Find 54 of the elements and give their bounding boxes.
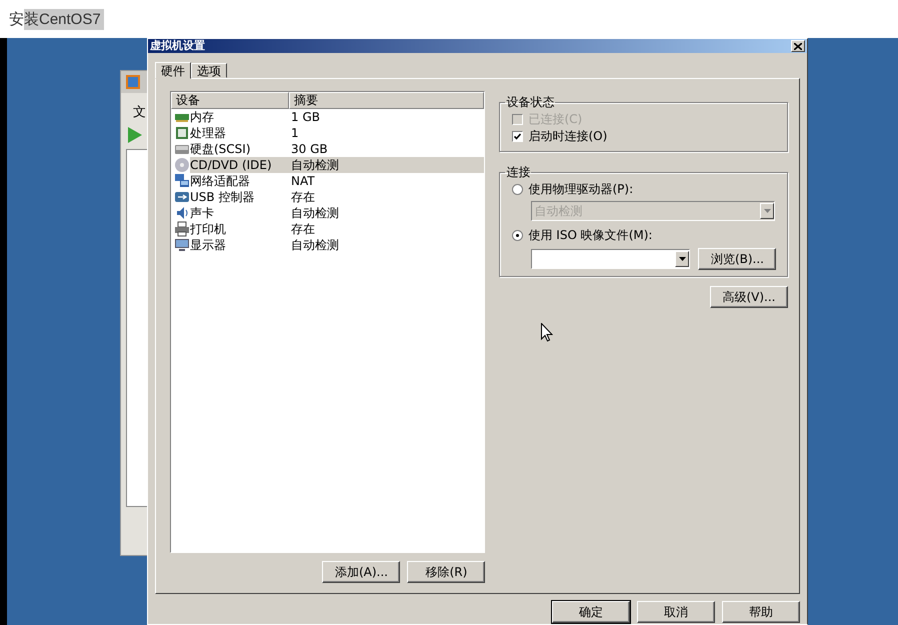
advanced-button[interactable]: 高级(V)... <box>710 286 788 308</box>
add-button[interactable]: 添加(A)... <box>322 561 400 583</box>
checkbox-label: 启动时连接(O) <box>528 128 608 145</box>
radio-button[interactable] <box>512 230 524 241</box>
device-name[interactable]: 声卡 <box>190 205 291 221</box>
device-name[interactable]: 网络适配器 <box>190 173 291 189</box>
display-icon <box>174 237 190 253</box>
play-icon[interactable] <box>128 127 142 143</box>
group-title: 设备状态 <box>505 94 556 111</box>
cpu-icon <box>174 125 190 141</box>
device-name[interactable]: 硬盘(SCSI) <box>190 141 291 157</box>
close-button[interactable] <box>791 40 805 52</box>
device-summary[interactable]: 自动检测 <box>291 237 484 253</box>
ok-button[interactable]: 确定 <box>552 601 630 623</box>
network-icon <box>174 173 190 189</box>
cancel-button[interactable]: 取消 <box>637 601 715 623</box>
checkbox[interactable] <box>512 131 524 142</box>
device-name[interactable]: 内存 <box>190 109 291 125</box>
cursor-icon <box>541 323 553 342</box>
window-title: 虚拟机设置 <box>150 39 205 53</box>
device-summary[interactable]: 自动检测 <box>291 205 484 221</box>
device-summary[interactable]: 1 GB <box>291 109 484 125</box>
column-header[interactable]: 摘要 <box>289 92 484 109</box>
column-header[interactable]: 设备 <box>171 92 289 109</box>
device-name[interactable]: USB 控制器 <box>190 189 291 205</box>
app-icon <box>125 74 141 90</box>
device-summary[interactable]: 存在 <box>291 189 484 205</box>
device-summary[interactable]: 30 GB <box>291 141 484 157</box>
usb-icon <box>174 189 190 205</box>
iso-path-dropdown[interactable] <box>531 249 690 269</box>
device-name[interactable]: 打印机 <box>190 221 291 237</box>
device-name[interactable]: 处理器 <box>190 125 291 141</box>
device-name[interactable]: 显示器 <box>190 237 291 253</box>
tab[interactable]: 选项 <box>191 63 227 78</box>
caret-icon <box>678 257 686 261</box>
help-button[interactable]: 帮助 <box>722 601 800 623</box>
remove-button[interactable]: 移除(R) <box>407 561 486 583</box>
device-name[interactable]: CD/DVD (IDE) <box>190 157 291 173</box>
browse-button[interactable]: 浏览(B)... <box>698 248 776 270</box>
page-heading: 安装CentOS7 <box>9 8 104 30</box>
sound-icon <box>174 205 190 221</box>
radio-label: 使用物理驱动器(P): <box>528 181 634 198</box>
caret-icon <box>764 209 771 213</box>
cd-icon <box>174 157 190 173</box>
radio-button[interactable] <box>512 184 524 195</box>
menu-item[interactable]: 文 <box>133 105 146 120</box>
device-summary[interactable]: NAT <box>291 173 484 189</box>
device-summary[interactable]: 自动检测 <box>291 157 484 173</box>
device-summary[interactable]: 1 <box>291 125 484 141</box>
group-title: 连接 <box>505 164 532 181</box>
tab[interactable]: 硬件 <box>155 62 191 79</box>
radio-label: 使用 ISO 映像文件(M): <box>528 227 652 244</box>
device-summary[interactable]: 存在 <box>291 221 484 237</box>
printer-icon <box>174 221 190 237</box>
